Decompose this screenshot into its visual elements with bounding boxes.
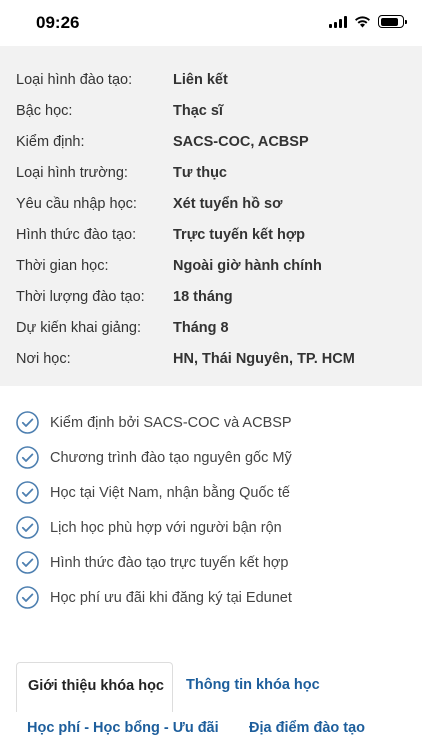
cellular-signal-icon (329, 15, 347, 28)
info-row-duration: Thời lượng đào tạo: 18 tháng (0, 283, 422, 314)
battery-icon (378, 15, 407, 28)
tab-course-info[interactable]: Thông tin khóa học (186, 677, 320, 693)
info-label: Nơi học: (16, 351, 71, 367)
info-row-study-time: Thời gian học: Ngoài giờ hành chính (0, 252, 422, 283)
course-info-panel: Loại hình đào tạo: Liên kết Bậc học: Thạ… (0, 46, 422, 386)
info-row-degree-level: Bậc học: Thạc sĩ (0, 97, 422, 128)
info-row-accreditation: Kiểm định: SACS-COC, ACBSP (0, 128, 422, 159)
info-label: Loại hình trường: (16, 165, 128, 181)
feature-text: Kiểm định bởi SACS-COC và ACBSP (50, 415, 292, 431)
status-icons (329, 15, 407, 28)
info-value: SACS-COC, ACBSP (173, 134, 309, 150)
info-value: Xét tuyển hồ sơ (173, 196, 283, 212)
info-row-admission: Yêu cầu nhập học: Xét tuyển hồ sơ (0, 190, 422, 221)
list-item: Chương trình đào tạo nguyên gốc Mỹ (0, 440, 422, 475)
check-circle-icon (16, 446, 39, 469)
status-bar: 09:26 (0, 0, 422, 46)
info-row-training-type: Loại hình đào tạo: Liên kết (0, 66, 422, 97)
info-label: Dự kiến khai giảng: (16, 320, 141, 336)
info-value: 18 tháng (173, 289, 233, 305)
info-label: Yêu cầu nhập học: (16, 196, 137, 212)
check-circle-icon (16, 481, 39, 504)
check-circle-icon (16, 551, 39, 574)
list-item: Lịch học phù hợp với người bận rộn (0, 510, 422, 545)
info-value: Trực tuyến kết hợp (173, 227, 306, 243)
wifi-icon (354, 15, 371, 28)
list-item: Học tại Việt Nam, nhận bằng Quốc tế (0, 475, 422, 510)
info-label: Thời gian học: (16, 258, 109, 274)
tab-fees-scholarships[interactable]: Học phí - Học bổng - Ưu đãi (27, 720, 219, 736)
tab-label: Giới thiệu khóa học (28, 678, 164, 694)
info-value: Ngoài giờ hành chính (173, 258, 322, 274)
info-label: Thời lượng đào tạo: (16, 289, 145, 305)
info-row-school-type: Loại hình trường: Tư thục (0, 159, 422, 190)
info-value: Tháng 8 (173, 320, 229, 336)
list-item: Hình thức đào tạo trực tuyến kết hợp (0, 545, 422, 580)
list-item: Học phí ưu đãi khi đăng ký tại Edunet (0, 580, 422, 615)
info-value: Thạc sĩ (173, 103, 223, 119)
check-circle-icon (16, 411, 39, 434)
list-item: Kiểm định bởi SACS-COC và ACBSP (0, 405, 422, 440)
tab-course-intro[interactable]: Giới thiệu khóa học (16, 662, 173, 712)
feature-text: Lịch học phù hợp với người bận rộn (50, 520, 282, 536)
info-label: Bậc học: (16, 103, 73, 119)
feature-text: Học phí ưu đãi khi đăng ký tại Edunet (50, 590, 292, 606)
info-row-start-date: Dự kiến khai giảng: Tháng 8 (0, 314, 422, 345)
info-row-location: Nơi học: HN, Thái Nguyên, TP. HCM (0, 345, 422, 376)
info-value: Liên kết (173, 72, 228, 88)
feature-text: Học tại Việt Nam, nhận bằng Quốc tế (50, 485, 290, 501)
check-circle-icon (16, 516, 39, 539)
info-label: Loại hình đào tạo: (16, 72, 133, 88)
info-row-study-format: Hình thức đào tạo: Trực tuyến kết hợp (0, 221, 422, 252)
info-value: HN, Thái Nguyên, TP. HCM (173, 351, 355, 367)
info-label: Hình thức đào tạo: (16, 227, 137, 243)
status-time: 09:26 (36, 13, 80, 32)
check-circle-icon (16, 586, 39, 609)
tab-training-locations[interactable]: Địa điểm đào tạo (249, 720, 365, 736)
info-value: Tư thục (173, 165, 227, 181)
feature-text: Hình thức đào tạo trực tuyến kết hợp (50, 555, 289, 571)
feature-text: Chương trình đào tạo nguyên gốc Mỹ (50, 450, 292, 466)
info-label: Kiểm định: (16, 134, 85, 150)
